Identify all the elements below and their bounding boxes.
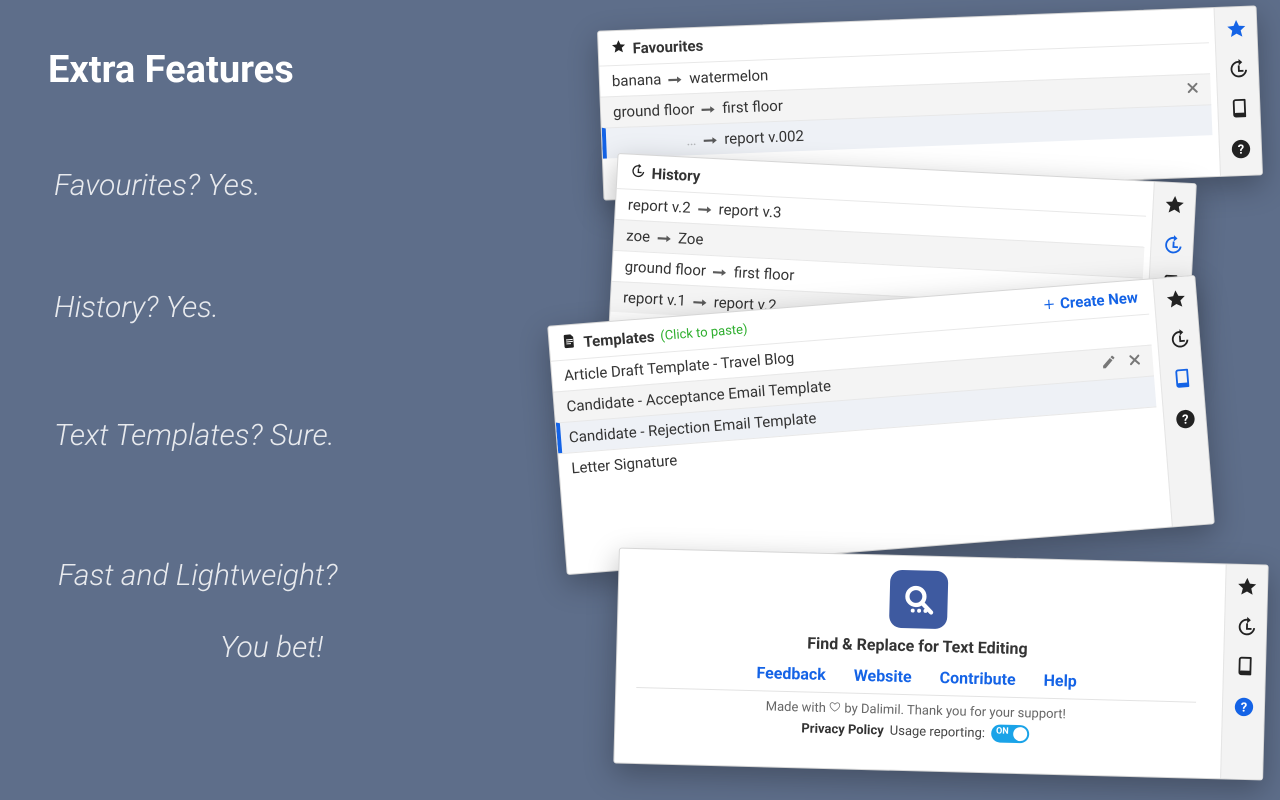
- toggle-on-label: ON: [996, 726, 1009, 736]
- remove-icon[interactable]: [1126, 351, 1144, 372]
- replace-to: report v.002: [724, 127, 804, 148]
- tab-history[interactable]: [1229, 611, 1262, 644]
- tab-help[interactable]: [1168, 402, 1202, 436]
- tab-favourites[interactable]: [1158, 282, 1192, 316]
- tab-favourites[interactable]: [1230, 571, 1263, 604]
- arrow-icon: [702, 133, 718, 146]
- tab-favourites[interactable]: [1157, 188, 1191, 222]
- tagline-youbet: You bet!: [220, 630, 323, 665]
- replace-from: banana: [612, 70, 662, 90]
- favourites-title: Favourites: [632, 37, 703, 58]
- heart-icon: [829, 701, 841, 716]
- arrow-icon: [700, 102, 716, 115]
- tab-history[interactable]: [1161, 322, 1195, 356]
- tab-help[interactable]: [1224, 133, 1257, 166]
- templates-title: Templates: [583, 328, 655, 352]
- history-title: History: [651, 165, 701, 186]
- star-icon: [610, 39, 627, 60]
- tab-favourites[interactable]: [1219, 13, 1252, 46]
- privacy-policy-link[interactable]: Privacy Policy: [801, 721, 884, 738]
- history-icon: [629, 163, 646, 184]
- arrow-icon: [667, 72, 683, 85]
- replace-to: Zoe: [678, 229, 704, 248]
- templates-panel: Create New Templates (Click to paste) Ar…: [547, 275, 1215, 575]
- replace-from: report v.2: [627, 196, 691, 217]
- tagline-templates: Text Templates? Sure.: [54, 418, 335, 453]
- template-name: Letter Signature: [571, 451, 678, 477]
- tab-history[interactable]: [1221, 53, 1254, 86]
- replace-to: watermelon: [689, 66, 769, 87]
- tagline-fast: Fast and Lightweight?: [58, 558, 338, 593]
- arrow-icon: [712, 265, 729, 278]
- link-website[interactable]: Website: [854, 666, 912, 687]
- link-feedback[interactable]: Feedback: [756, 663, 826, 684]
- arrow-icon: [696, 202, 713, 215]
- remove-icon[interactable]: [1184, 80, 1201, 101]
- link-help[interactable]: Help: [1043, 671, 1077, 691]
- usage-reporting-label: Usage reporting:: [890, 723, 986, 740]
- replace-from: report v.1: [623, 288, 687, 309]
- edit-icon[interactable]: [1100, 353, 1118, 374]
- replace-to: first floor: [733, 263, 794, 284]
- replace-to: first floor: [722, 97, 783, 117]
- replace-from: ground floor: [624, 257, 706, 279]
- document-icon: [561, 333, 579, 354]
- tagline-favourites: Favourites? Yes.: [54, 168, 261, 203]
- tagline-history: History? Yes.: [54, 290, 219, 325]
- tab-history[interactable]: [1155, 228, 1189, 262]
- replace-to: report v.3: [718, 200, 782, 221]
- tab-templates[interactable]: [1228, 651, 1261, 684]
- templates-hint: (Click to paste): [660, 322, 748, 344]
- help-panel: Find & Replace for Text Editing Feedback…: [613, 548, 1268, 781]
- app-logo-icon: [889, 570, 948, 629]
- tab-help[interactable]: [1227, 691, 1260, 724]
- arrow-icon: [656, 231, 673, 244]
- headline: Extra Features: [48, 48, 294, 92]
- link-contribute[interactable]: Contribute: [939, 668, 1015, 689]
- usage-toggle[interactable]: ON: [991, 724, 1029, 743]
- replace-from: …: [686, 131, 697, 149]
- replace-from: zoe: [626, 227, 651, 246]
- tab-templates[interactable]: [1222, 93, 1255, 126]
- arrow-icon: [691, 295, 708, 308]
- tab-templates[interactable]: [1165, 362, 1199, 396]
- replace-from: ground floor: [613, 100, 695, 121]
